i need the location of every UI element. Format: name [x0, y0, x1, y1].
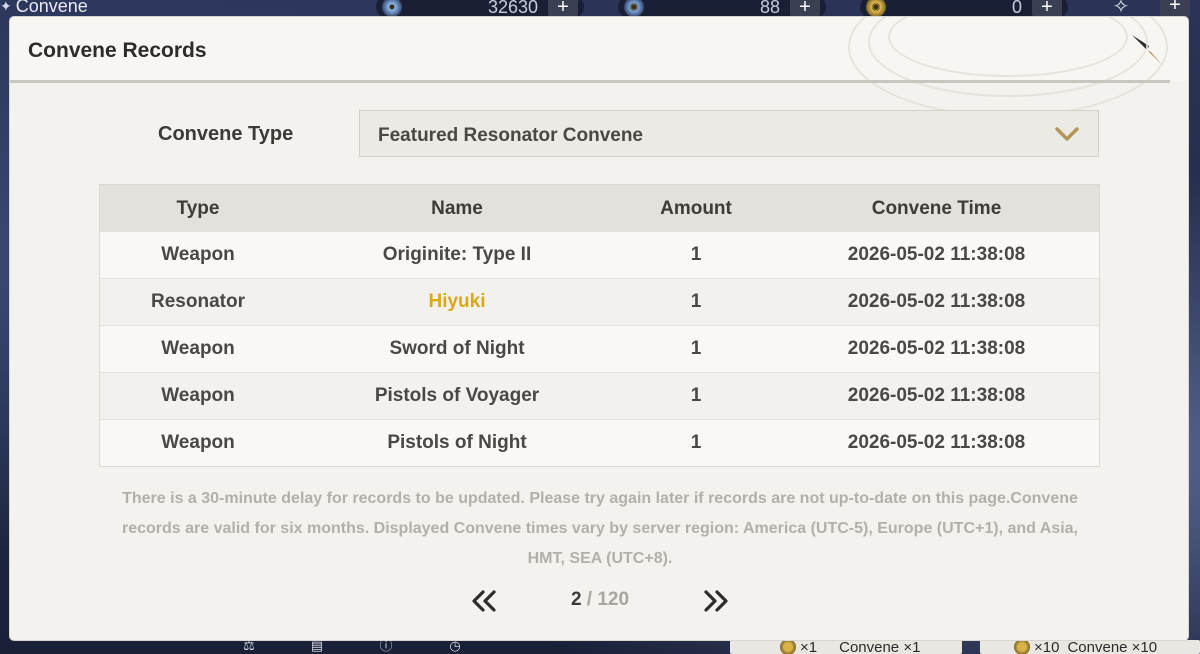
screen-title-label: Convene — [15, 0, 88, 16]
radiant-tide-icon — [1014, 639, 1030, 654]
cell-type: Weapon — [161, 432, 235, 453]
convene-x10-cost: ×10 — [1034, 638, 1060, 654]
previous-page-button[interactable] — [470, 589, 500, 613]
table-row: Weapon Originite: Type II 1 2026-05-02 1… — [100, 232, 1099, 279]
column-header-name: Name — [431, 198, 483, 219]
double-chevron-left-icon — [472, 590, 496, 612]
shop-icon[interactable]: ⚖ — [240, 638, 258, 654]
page-separator: / — [586, 589, 593, 610]
dialog-header: Convene Records — [10, 17, 1188, 117]
screen-title: ✦ Convene — [0, 0, 88, 17]
radiant-tide-amount: 0 — [1011, 0, 1022, 17]
close-icon — [1132, 35, 1162, 65]
cell-time: 2026-05-02 11:38:08 — [847, 338, 1026, 359]
close-button[interactable] — [1128, 31, 1166, 69]
convene-type-label: Convene Type — [158, 123, 294, 145]
double-chevron-right-icon — [704, 590, 728, 612]
cell-type: Weapon — [161, 385, 235, 406]
table-row: Resonator Hiyuki 1 2026-05-02 11:38:08 — [100, 279, 1099, 326]
table-row: Weapon Sword of Night 1 2026-05-02 11:38… — [100, 326, 1099, 373]
cell-amount: 1 — [690, 338, 702, 359]
cell-amount: 1 — [690, 385, 702, 406]
dialog-title: Convene Records — [28, 39, 207, 62]
lustrous-tide-amount: 88 — [759, 0, 780, 17]
convene-records-dialog: Convene Records Convene Type Featured Re… — [10, 17, 1188, 640]
convene-x10-label: Convene ×10 — [1067, 638, 1158, 654]
astrite-icon: ● — [382, 0, 402, 17]
cell-type: Resonator — [151, 291, 245, 312]
convene-type-value: Featured Resonator Convene — [378, 125, 643, 146]
next-page-button[interactable] — [700, 589, 730, 613]
add-extra-button[interactable]: + — [1160, 0, 1190, 18]
settings-sparkle-icon[interactable]: ✧ — [1106, 0, 1136, 18]
cell-amount: 1 — [690, 432, 702, 453]
convene-x1-cost: ×1 — [800, 638, 818, 654]
cell-name: Hiyuki — [428, 291, 486, 312]
table-row: Weapon Pistols of Voyager 1 2026-05-02 1… — [100, 373, 1099, 420]
records-icon[interactable]: ◷ — [446, 638, 464, 654]
convene-x1-button[interactable]: ×1 Convene ×1 — [730, 638, 962, 654]
column-header-convene-time: Convene Time — [871, 198, 1002, 219]
page-indicator: 2 / 120 — [550, 589, 650, 611]
lustrous-tide-counter: ✺ 88 + — [618, 0, 826, 18]
history-icon[interactable]: ▤ — [308, 638, 326, 654]
astrite-amount: 32630 — [487, 0, 538, 17]
current-page: 2 — [570, 589, 582, 610]
radiant-tide-icon — [780, 639, 796, 654]
convene-icon: ✦ — [0, 0, 12, 14]
column-header-amount: Amount — [660, 198, 732, 219]
records-notice: There is a 30-minute delay for records t… — [122, 490, 1078, 567]
cell-name: Pistols of Voyager — [374, 385, 540, 406]
table-body: Weapon Originite: Type II 1 2026-05-02 1… — [100, 232, 1099, 467]
total-pages: 120 — [597, 589, 630, 610]
info-icon[interactable]: ⓘ — [377, 638, 395, 654]
cell-amount: 1 — [690, 291, 702, 312]
radiant-tide-counter: ✺ 0 + — [860, 0, 1068, 18]
add-lustrous-tide-button[interactable]: + — [790, 0, 820, 18]
convene-x10-button[interactable]: ×10 Convene ×10 — [980, 638, 1200, 654]
cell-time: 2026-05-02 11:38:08 — [847, 291, 1026, 312]
add-radiant-tide-button[interactable]: + — [1032, 0, 1062, 18]
radiant-tide-icon: ✺ — [866, 0, 886, 17]
cell-time: 2026-05-02 11:38:08 — [847, 244, 1026, 265]
table-header: Type Name Amount Convene Time — [100, 185, 1099, 232]
cell-type: Weapon — [161, 244, 235, 265]
add-astrite-button[interactable]: + — [548, 0, 578, 18]
chevron-down-icon — [1055, 127, 1079, 141]
lustrous-tide-icon: ✺ — [624, 0, 644, 17]
records-table: Type Name Amount Convene Time Weapon Ori… — [99, 184, 1100, 467]
cell-amount: 1 — [690, 244, 702, 265]
convene-x1-label: Convene ×1 — [839, 638, 921, 654]
cell-type: Weapon — [161, 338, 235, 359]
convene-type-dropdown[interactable]: Featured Resonator Convene — [359, 110, 1099, 157]
astrite-counter: ● 32630 + — [376, 0, 584, 18]
column-header-type: Type — [176, 198, 220, 219]
cell-name: Originite: Type II — [382, 244, 532, 265]
cell-time: 2026-05-02 11:38:08 — [847, 432, 1026, 453]
table-row: Weapon Pistols of Night 1 2026-05-02 11:… — [100, 420, 1099, 467]
cell-name: Pistols of Night — [387, 432, 527, 453]
cell-time: 2026-05-02 11:38:08 — [847, 385, 1026, 406]
cell-name: Sword of Night — [389, 338, 525, 359]
